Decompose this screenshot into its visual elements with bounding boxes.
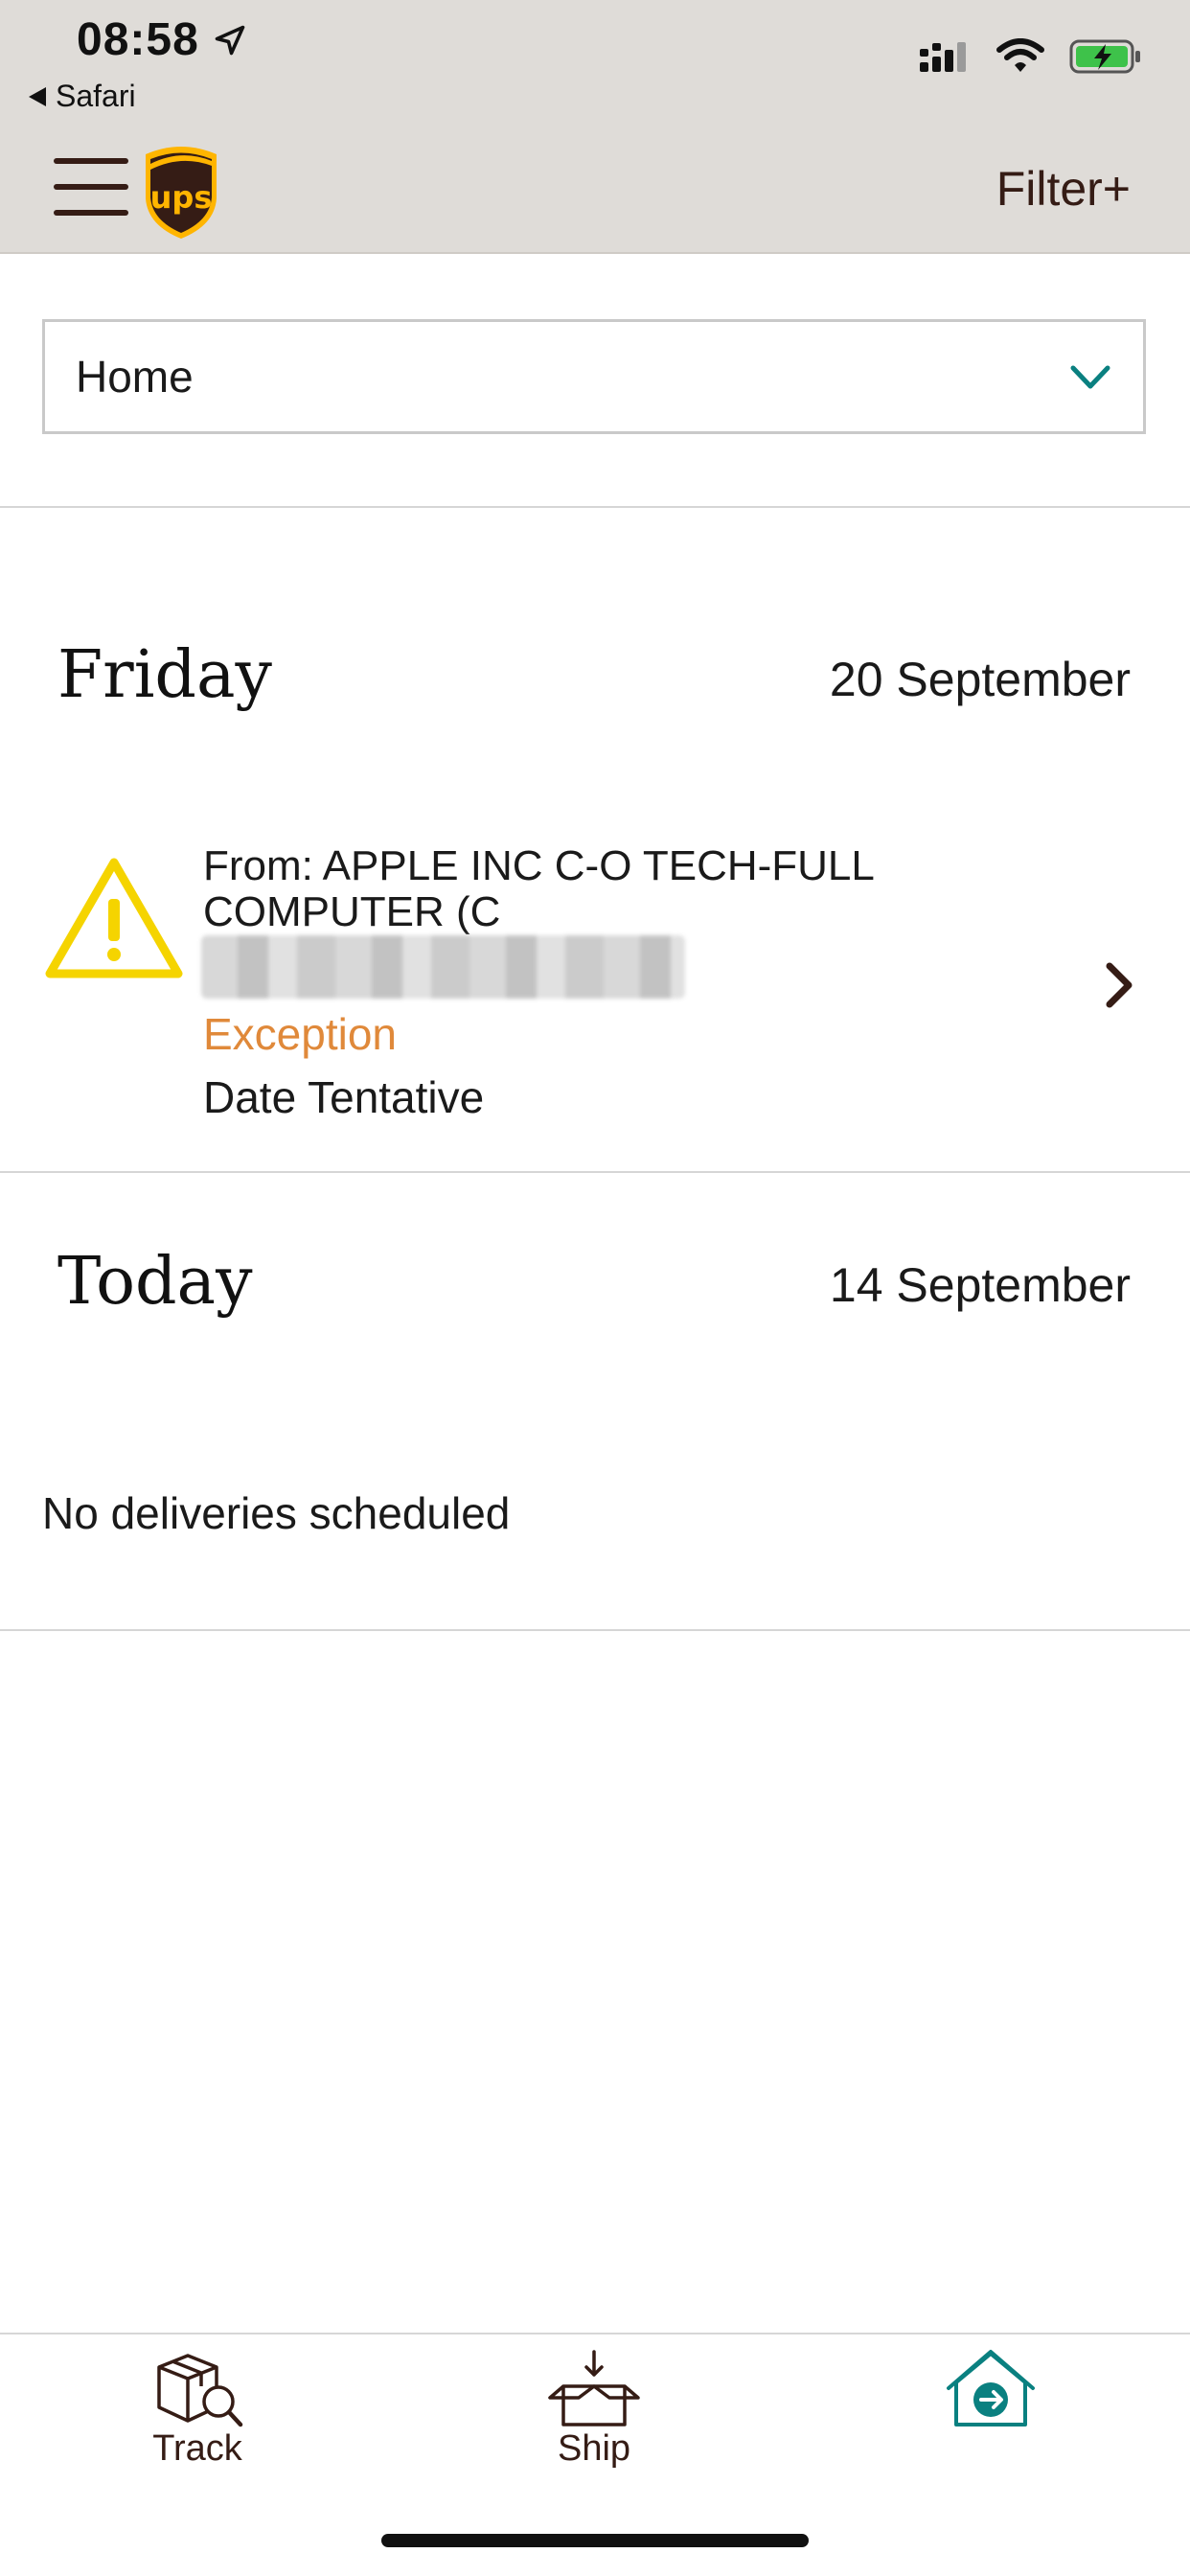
back-app-label: Safari xyxy=(56,79,136,113)
svg-text:ups: ups xyxy=(150,179,213,216)
day-date: 20 September xyxy=(829,653,1131,706)
warning-triangle-icon xyxy=(45,858,183,978)
empty-deliveries-message: No deliveries scheduled xyxy=(42,1488,511,1538)
menu-line-icon xyxy=(54,210,128,216)
back-triangle-icon xyxy=(29,86,46,106)
battery-charging-icon xyxy=(1069,39,1140,74)
chevron-down-icon xyxy=(1070,365,1110,389)
section-divider xyxy=(0,1629,1190,1631)
back-to-safari[interactable]: Safari xyxy=(29,79,136,114)
shipment-row[interactable]: From: APPLE INC C-O TECH-FULL COMPUTER (… xyxy=(0,824,1190,1169)
tracking-number-redacted xyxy=(201,935,685,999)
menu-line-icon xyxy=(54,184,128,190)
day-heading: Today xyxy=(57,1244,253,1320)
location-dropdown-value: Home xyxy=(76,352,194,402)
tab-home-delivery[interactable] xyxy=(895,2348,1087,2428)
home-delivery-icon xyxy=(947,2350,1035,2426)
day-date: 14 September xyxy=(829,1258,1131,1312)
track-package-icon xyxy=(157,2354,243,2427)
status-indicators xyxy=(918,38,1142,75)
home-indicator[interactable] xyxy=(381,2534,809,2547)
tab-track[interactable]: Track xyxy=(102,2348,293,2470)
location-dropdown[interactable]: Home xyxy=(42,319,1146,434)
hamburger-menu-button[interactable] xyxy=(54,158,128,216)
shipment-note: Date Tentative xyxy=(203,1072,485,1122)
wifi-icon xyxy=(996,38,1044,72)
tab-track-label: Track xyxy=(152,2428,242,2469)
status-time: 08:58 xyxy=(77,13,247,66)
ups-logo-icon: ups xyxy=(146,147,217,239)
ship-box-icon xyxy=(548,2350,640,2426)
filter-button[interactable]: Filter+ xyxy=(996,161,1131,217)
status-time-text: 08:58 xyxy=(77,14,199,65)
menu-line-icon xyxy=(54,158,128,164)
chevron-right-icon xyxy=(1106,962,1133,1008)
tab-ship-label: Ship xyxy=(557,2428,631,2469)
location-arrow-icon xyxy=(215,25,245,55)
shipment-sender: From: APPLE INC C-O TECH-FULL COMPUTER (… xyxy=(203,842,874,935)
shipment-status: Exception xyxy=(203,1009,398,1059)
tab-ship[interactable]: Ship xyxy=(498,2348,690,2470)
section-divider xyxy=(0,506,1190,508)
cellular-signal-icon xyxy=(920,42,966,72)
day-heading: Friday xyxy=(57,637,272,713)
section-divider xyxy=(0,1171,1190,1173)
app-header: 08:58 Safari ups Filter+ xyxy=(0,0,1190,254)
